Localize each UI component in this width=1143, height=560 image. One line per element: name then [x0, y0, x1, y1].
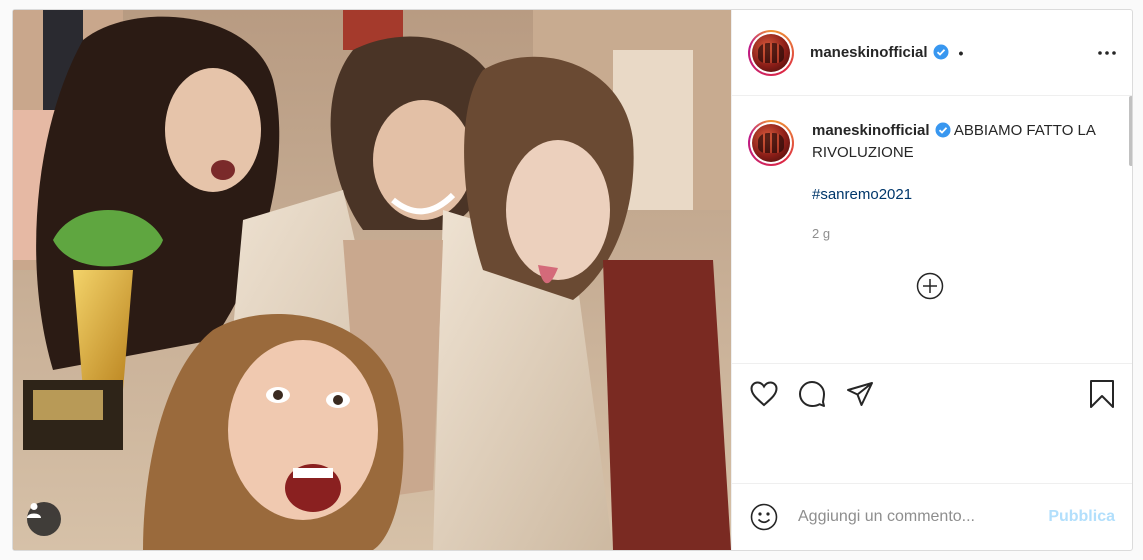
- share-icon: [847, 382, 873, 406]
- publish-button[interactable]: Pubblica: [1048, 508, 1115, 526]
- load-more-comments-button[interactable]: [916, 272, 944, 300]
- avatar-image: [752, 33, 790, 72]
- plus-circle-icon: [916, 272, 944, 300]
- separator-dot: •: [958, 44, 964, 61]
- caption-username[interactable]: maneskinofficial: [812, 122, 930, 139]
- bookmark-icon: [1090, 380, 1114, 408]
- user-tag-button[interactable]: [27, 502, 61, 536]
- verified-icon: [933, 44, 949, 60]
- action-bar: [732, 364, 1132, 484]
- avatar[interactable]: [748, 29, 794, 76]
- verified-icon: [935, 122, 951, 138]
- save-button[interactable]: [1086, 378, 1118, 410]
- scrollbar[interactable]: [1129, 96, 1132, 166]
- username-text[interactable]: maneskinofficial: [810, 44, 928, 61]
- emoji-icon: [750, 503, 778, 531]
- post-sidebar: maneskinofficial • maneskinofficial ABBI…: [731, 10, 1132, 550]
- hashtag-link[interactable]: #sanremo2021: [812, 184, 1112, 206]
- post-header: maneskinofficial •: [732, 10, 1132, 96]
- avatar-image: [752, 124, 790, 162]
- emoji-button[interactable]: [750, 503, 778, 531]
- share-button[interactable]: [844, 378, 876, 410]
- instagram-post: maneskinofficial • maneskinofficial ABBI…: [12, 9, 1133, 551]
- add-comment-section: Pubblica: [732, 484, 1132, 550]
- caption-avatar[interactable]: [748, 120, 794, 166]
- comment-icon: [799, 381, 825, 407]
- caption-text: maneskinofficial ABBIAMO FATTO LA RIVOLU…: [812, 120, 1112, 206]
- post-photo[interactable]: [13, 10, 731, 550]
- user-tag-icon: [27, 503, 41, 518]
- comment-input[interactable]: [798, 508, 1038, 526]
- comment-button[interactable]: [796, 378, 828, 410]
- more-options-button[interactable]: [1095, 43, 1119, 63]
- like-button[interactable]: [748, 378, 780, 410]
- more-options-icon: [1098, 51, 1116, 55]
- comments-area[interactable]: maneskinofficial ABBIAMO FATTO LA RIVOLU…: [732, 96, 1132, 364]
- photo-illustration: [13, 10, 731, 550]
- heart-icon: [750, 381, 778, 407]
- caption: maneskinofficial ABBIAMO FATTO LA RIVOLU…: [748, 120, 1112, 206]
- post-timestamp[interactable]: 2 g: [812, 226, 830, 241]
- header-username[interactable]: maneskinofficial: [810, 44, 949, 61]
